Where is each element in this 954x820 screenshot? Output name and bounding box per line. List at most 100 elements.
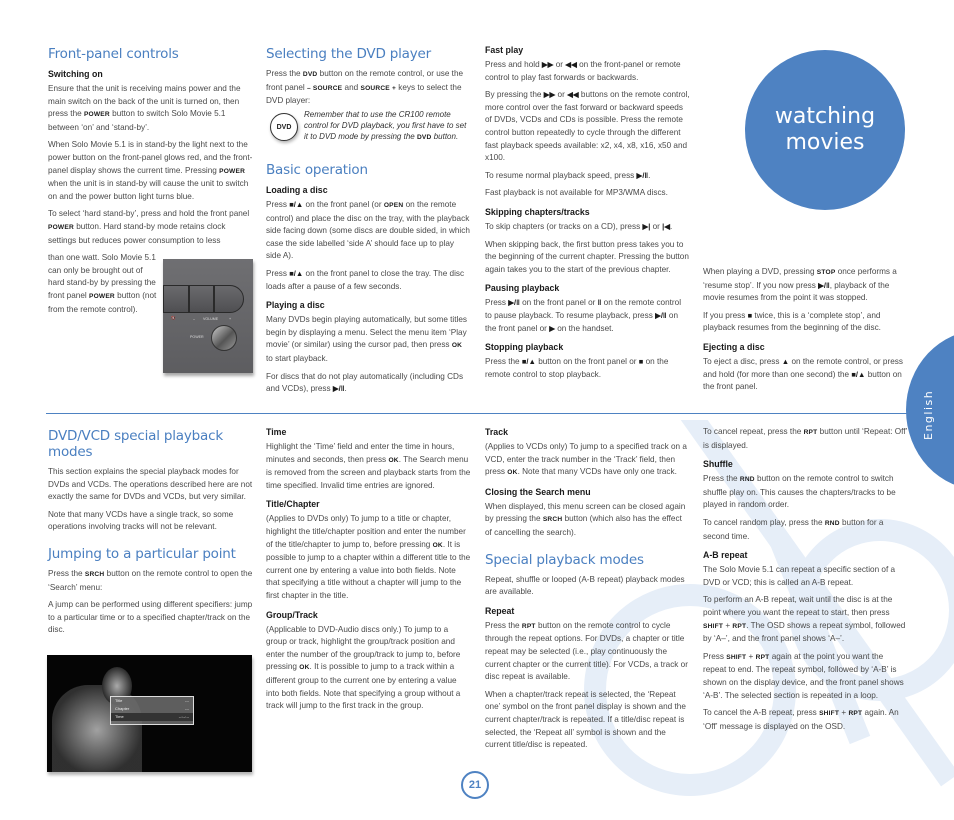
paragraph: Press the RND button on the remote contr… — [703, 473, 908, 512]
text-run: For discs that do not play automatically… — [266, 371, 464, 394]
text-run: To resume normal playback speed, press — [485, 170, 637, 180]
paragraph: When skipping back, the first button pre… — [485, 239, 689, 274]
paragraph: Press the RPT button on the remote contr… — [485, 620, 690, 684]
dvd-button-icon: DVD — [270, 113, 298, 141]
paragraph: Press SHIFT + RPT again at the point you… — [703, 651, 908, 702]
text-run: . — [648, 170, 651, 180]
text-run: Press the — [485, 620, 522, 630]
subheading: Repeat — [485, 605, 515, 616]
volume-label: VOLUME — [203, 317, 219, 321]
selecting-dvd-section: Selecting the DVD player Press the DVD b… — [266, 46, 471, 113]
text-run: Press — [266, 268, 290, 278]
text-run: To skip chapters (or tracks on a CD), pr… — [485, 221, 643, 231]
paragraph: This section explains the special playba… — [48, 467, 253, 502]
text-run: + — [746, 651, 756, 661]
special-modes-intro-section: DVD/VCD special playback modes This sect… — [48, 428, 253, 642]
play-pause-icon: ▶/‖ — [508, 298, 520, 308]
subheading: Time — [266, 427, 287, 437]
paragraph: When displayed, this menu screen can be … — [485, 501, 690, 540]
paragraph: When Solo Movie 5.1 is in stand-by the l… — [48, 139, 253, 203]
key-name: DVD — [416, 134, 432, 141]
paragraph: Note that many VCDs have a single track,… — [48, 509, 234, 532]
section-title: Jumping to a particular point — [48, 545, 236, 562]
key-name: SRCH — [84, 570, 105, 578]
subheading: A-B repeat — [703, 550, 748, 561]
stop-eject-icon: ■/▲ — [289, 268, 304, 278]
text-run: button on the front panel or — [535, 357, 639, 367]
paragraph: Highlight the ‘Time’ field and enter the… — [266, 441, 471, 492]
paragraph: To resume normal playback speed, press ▶… — [485, 170, 690, 183]
play-pause-icon: ▶/‖ — [636, 170, 649, 180]
key-name: RPT — [848, 710, 863, 718]
paragraph: To cancel random play, press the RND but… — [703, 517, 908, 543]
text-run: buttons on the remote control, more cont… — [485, 90, 690, 163]
key-name: OK — [388, 456, 399, 464]
key-name: OK — [299, 664, 310, 672]
play-pause-icon: ▶/‖ — [655, 310, 667, 320]
text-run: Press — [485, 298, 509, 308]
subheading: Group/Track — [266, 609, 318, 620]
front-panel-image: 🔇 – VOLUME + POWER — [163, 259, 253, 373]
text-run: when the unit is in stand-by will cause … — [48, 179, 249, 201]
volume-up-button — [214, 285, 244, 313]
text-run: Many DVDs begin playing automatically, b… — [266, 315, 467, 350]
key-name: OPEN — [383, 202, 404, 209]
key-name: SHIFT — [703, 622, 724, 630]
basic-operation-section: Basic operation Loading a disc Press ■/▲… — [266, 162, 471, 401]
key-name: OK — [507, 469, 518, 477]
paragraph: If you press ■ twice, this is a ‘complet… — [703, 310, 908, 335]
subheading: Switching on — [48, 69, 103, 79]
section-title: DVD/VCD special playback modes — [48, 428, 223, 460]
text-run: Chapter — [115, 706, 130, 711]
search-menu-screenshot: Title --- Chapter --- Time --:--:-- — [47, 655, 252, 772]
section-title: Front-panel controls — [48, 46, 179, 62]
text-run: --- — [185, 706, 189, 711]
paragraph: To select ‘hard stand-by’, press and hol… — [48, 208, 253, 247]
paragraph: Fast playback is not available for MP3/W… — [485, 188, 668, 198]
paragraph: To cancel repeat, press the RPT button u… — [703, 426, 908, 452]
key-name: RPT — [521, 622, 536, 630]
key-name: SHIFT — [726, 653, 747, 661]
osd-menu-row: Chapter --- — [111, 705, 193, 713]
paragraph: Press ▶/‖ on the front panel or ‖ on the… — [485, 297, 690, 335]
text-run: --:--:-- — [178, 714, 189, 719]
text-run: By pressing the — [485, 90, 544, 100]
text-run: Press — [703, 651, 727, 661]
key-name: POWER — [48, 223, 74, 231]
text-run: To perform an A-B repeat, wait until the… — [703, 595, 893, 617]
paragraph: Repeat, shuffle or looped (A-B repeat) p… — [485, 574, 685, 597]
text-run: To eject a disc, press — [703, 356, 782, 366]
text-run: To cancel random play, press the — [703, 517, 825, 527]
play-pause-icon: ▶/‖ — [332, 384, 345, 394]
shuffle-ab-section: To cancel repeat, press the RPT button u… — [703, 426, 908, 738]
paragraph: To skip chapters (or tracks on a CD), pr… — [485, 221, 690, 234]
text-run: Press the — [703, 474, 740, 484]
text-run: or — [650, 221, 663, 231]
section-title: Basic operation — [266, 162, 368, 178]
text-run: To cancel the A-B repeat, press — [703, 708, 820, 718]
text-run: or — [553, 60, 566, 69]
paragraph: Press the ■/▲ button on the front panel … — [485, 356, 690, 381]
power-knob — [211, 325, 237, 351]
subheading: Ejecting a disc — [703, 341, 765, 352]
text-run: Press — [266, 200, 290, 209]
text-run: Time — [115, 714, 124, 719]
text-run: button. — [431, 132, 459, 141]
text-run: Press the — [48, 568, 85, 578]
paragraph: than one watt. Solo Movie 5.1 can only b… — [48, 252, 160, 316]
fast-forward-icon: ▶▶ — [543, 90, 556, 100]
subheading: Loading a disc — [266, 185, 328, 195]
key-name: SHIFT — [819, 710, 840, 718]
subheading: Fast play — [485, 45, 524, 55]
key-name: RPT — [732, 622, 747, 630]
key-name: SOURCE + — [360, 84, 396, 92]
section-title: Special playback modes — [485, 551, 644, 568]
subheading: Closing the Search menu — [485, 486, 591, 497]
key-name: RND — [824, 519, 840, 527]
paragraph: Press the DVD button on the remote contr… — [266, 68, 471, 108]
paragraph: Press ■/▲ on the front panel to close th… — [266, 268, 471, 293]
subheading: Title/Chapter — [266, 499, 320, 510]
text-run: Title — [115, 698, 123, 703]
track-and-repeat-section: Track (Applies to VCDs only) To jump to … — [485, 426, 690, 757]
paragraph: By pressing the ▶▶ or ◀◀ buttons on the … — [485, 89, 690, 165]
